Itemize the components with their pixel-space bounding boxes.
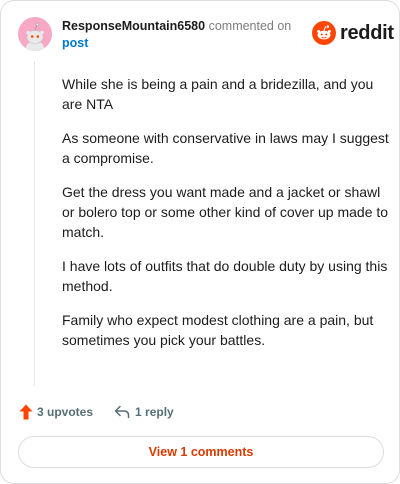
thread-line xyxy=(34,61,35,386)
username-link[interactable]: ResponseMountain6580 xyxy=(62,19,205,33)
comment-paragraph: I have lots of outfits that do double du… xyxy=(62,258,388,294)
user-avatar[interactable] xyxy=(18,17,52,51)
upvote-arrow-icon xyxy=(19,404,33,420)
commented-on-text: commented on xyxy=(208,19,292,33)
upvote-count: 3 upvotes xyxy=(37,405,94,419)
reply-arrow-icon xyxy=(114,405,130,419)
reddit-wordmark: reddit xyxy=(340,21,394,44)
reddit-snoo-icon xyxy=(312,21,336,45)
view-comments-button[interactable]: View 1 comments xyxy=(18,436,384,468)
post-link[interactable]: post xyxy=(62,35,302,52)
comment-body: While she is being a pain and a bridezil… xyxy=(62,74,390,364)
comment-paragraph: While she is being a pain and a bridezil… xyxy=(62,76,374,112)
comment-paragraph: Family who expect modest clothing are a … xyxy=(62,312,374,348)
reply-count: 1 reply xyxy=(135,405,174,419)
comment-embed-card: ResponseMountain6580 commented on post r… xyxy=(0,0,400,484)
snoo-avatar-icon xyxy=(26,22,44,51)
comment-paragraph: Get the dress you want made and a jacket… xyxy=(62,184,389,240)
reply-button[interactable]: 1 reply xyxy=(114,405,174,419)
comment-meta: ResponseMountain6580 commented on post xyxy=(62,18,302,52)
reddit-logo[interactable]: reddit xyxy=(312,21,394,45)
comment-actions: 3 upvotes 1 reply xyxy=(19,402,174,422)
upvote-button[interactable]: 3 upvotes xyxy=(19,404,93,420)
comment-paragraph: As someone with conservative in laws may… xyxy=(62,130,389,166)
